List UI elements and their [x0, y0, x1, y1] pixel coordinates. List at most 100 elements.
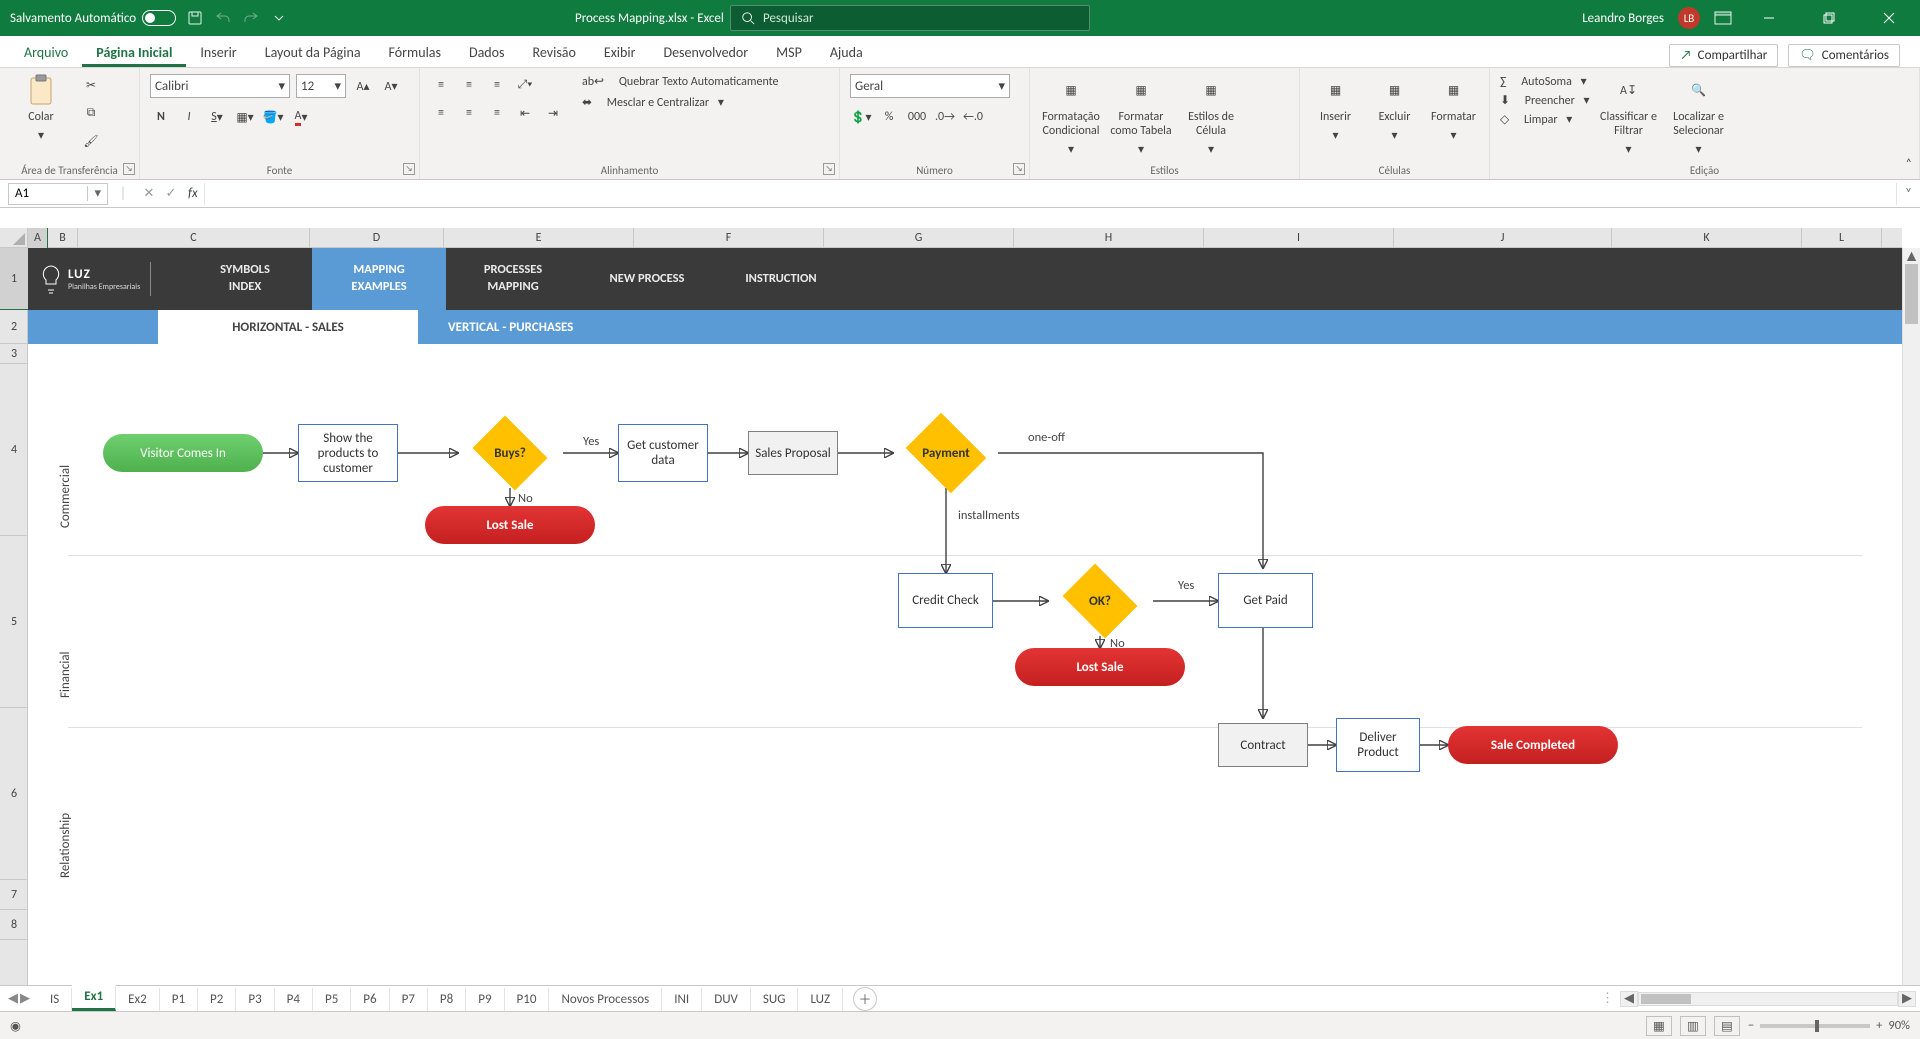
font-name-combo[interactable]: Calibri▾ — [150, 74, 290, 98]
autosave-toggle[interactable]: Salvamento Automático — [10, 10, 176, 26]
node-payment[interactable]: Payment — [888, 418, 1004, 488]
node-buys[interactable]: Buys? — [458, 418, 562, 488]
sheet-tab-p9[interactable]: P9 — [466, 988, 504, 1011]
save-icon[interactable] — [186, 9, 204, 27]
node-get-paid[interactable]: Get Paid — [1218, 573, 1313, 628]
hscroll-thumb[interactable] — [1641, 994, 1691, 1004]
node-visitor-comes-in[interactable]: Visitor Comes In — [103, 434, 263, 472]
scroll-left-icon[interactable]: ◀ — [1620, 991, 1638, 1007]
align-top-icon[interactable]: ≡ — [430, 74, 452, 96]
sheet-tab-novos-processos[interactable]: Novos Processos — [549, 988, 662, 1011]
sheet-tab-p5[interactable]: P5 — [313, 988, 351, 1011]
row-header-5[interactable]: 5 — [0, 536, 28, 708]
decrease-indent-icon[interactable]: ⇤ — [514, 102, 536, 124]
node-ok[interactable]: OK? — [1048, 566, 1152, 636]
view-page-break-icon[interactable]: ▤ — [1714, 1016, 1740, 1036]
share-button[interactable]: ↗Compartilhar — [1669, 44, 1778, 67]
format-as-table-button[interactable]: ▦Formatar como Tabela▾ — [1110, 74, 1172, 157]
font-color-icon[interactable]: A▾ — [290, 106, 312, 128]
select-all-cells[interactable] — [0, 228, 28, 248]
node-lost-sale-1[interactable]: Lost Sale — [425, 506, 595, 544]
font-size-combo[interactable]: 12▾ — [296, 74, 346, 98]
tab-file[interactable]: Arquivo — [10, 38, 82, 67]
node-credit-check[interactable]: Credit Check — [898, 573, 993, 628]
qat-dropdown-icon[interactable] — [270, 9, 288, 27]
node-deliver-product[interactable]: Deliver Product — [1336, 718, 1420, 772]
row-header-4[interactable]: 4 — [0, 364, 28, 536]
user-name[interactable]: Leandro Borges — [1582, 11, 1664, 26]
sheet-canvas[interactable]: LUZ Planilhas Empresariais SYMBOLSINDEX … — [28, 248, 1902, 1005]
tab-view[interactable]: Exibir — [590, 38, 650, 67]
format-cells-button[interactable]: ▦Formatar▾ — [1428, 74, 1479, 143]
node-contract[interactable]: Contract — [1218, 723, 1308, 767]
delete-cells-button[interactable]: ▦Excluir▾ — [1369, 74, 1420, 143]
column-header-F[interactable]: F — [634, 228, 824, 248]
zoom-value[interactable]: 90% — [1888, 1018, 1910, 1033]
node-get-customer-data[interactable]: Get customer data — [618, 424, 708, 482]
decrease-decimal-icon[interactable]: ←.0 — [962, 106, 984, 128]
collapse-ribbon-icon[interactable]: ˄ — [1906, 157, 1912, 171]
autosum-button[interactable]: ∑ AutoSoma ▾ — [1500, 74, 1590, 89]
insert-cells-button[interactable]: ▦Inserir▾ — [1310, 74, 1361, 143]
zoom-in-icon[interactable]: + — [1876, 1018, 1882, 1033]
sheet-tab-p1[interactable]: P1 — [160, 988, 198, 1011]
column-header-H[interactable]: H — [1014, 228, 1204, 248]
node-sales-proposal[interactable]: Sales Proposal — [748, 431, 838, 475]
ribbon-display-icon[interactable] — [1714, 9, 1732, 27]
sheet-tab-duv[interactable]: DUV — [702, 988, 751, 1011]
underline-icon[interactable]: S▾ — [206, 106, 228, 128]
sheet-nav-prev-icon[interactable]: ◀ — [8, 991, 18, 1006]
row-header-6[interactable]: 6 — [0, 708, 28, 880]
sheet-tab-p8[interactable]: P8 — [428, 988, 466, 1011]
cancel-formula-icon[interactable]: ✕ — [138, 186, 160, 201]
percent-icon[interactable]: % — [878, 106, 900, 128]
decrease-font-icon[interactable]: A▾ — [380, 75, 402, 97]
tab-home[interactable]: Página Inicial — [82, 38, 186, 67]
user-avatar[interactable]: LB — [1678, 7, 1700, 29]
vertical-scrollbar[interactable]: ▲ ▼ — [1902, 248, 1920, 1005]
format-painter-icon[interactable]: 🖌 — [80, 130, 102, 152]
fill-button[interactable]: ⬇ Preencher ▾ — [1500, 93, 1590, 108]
bold-icon[interactable]: N — [150, 106, 172, 128]
row-header-8[interactable]: 8 — [0, 910, 28, 940]
nav-new-process[interactable]: NEW PROCESS — [580, 248, 714, 310]
tab-help[interactable]: Ajuda — [816, 38, 877, 67]
column-header-K[interactable]: K — [1612, 228, 1802, 248]
column-header-L[interactable]: L — [1802, 228, 1882, 248]
sheet-tab-p2[interactable]: P2 — [198, 988, 236, 1011]
column-header-C[interactable]: C — [78, 228, 310, 248]
maximize-button[interactable] — [1806, 0, 1852, 36]
increase-decimal-icon[interactable]: .0→ — [934, 106, 956, 128]
scroll-up-icon[interactable]: ▲ — [1903, 248, 1920, 264]
sheet-tab-p4[interactable]: P4 — [275, 988, 313, 1011]
tab-data[interactable]: Dados — [455, 38, 519, 67]
redo-icon[interactable] — [242, 9, 260, 27]
scroll-right-icon[interactable]: ▶ — [1898, 991, 1916, 1007]
increase-indent-icon[interactable]: ⇥ — [542, 102, 564, 124]
column-header-E[interactable]: E — [444, 228, 634, 248]
row-header-3[interactable]: 3 — [0, 344, 28, 364]
align-right-icon[interactable]: ≡ — [486, 102, 508, 124]
zoom-out-icon[interactable]: − — [1748, 1018, 1754, 1033]
accounting-format-icon[interactable]: 💲▾ — [850, 106, 872, 128]
dialog-launcher-icon[interactable]: ↘ — [403, 163, 415, 175]
comma-style-icon[interactable]: 000 — [906, 106, 928, 128]
cut-icon[interactable]: ✂ — [80, 74, 102, 96]
align-center-icon[interactable]: ≡ — [458, 102, 480, 124]
find-select-button[interactable]: 🔍Localizar e Selecionar▾ — [1668, 74, 1730, 157]
increase-font-icon[interactable]: A▴ — [352, 75, 374, 97]
sheet-tab-luz[interactable]: LUZ — [798, 988, 843, 1011]
sheet-tab-ex1[interactable]: Ex1 — [72, 985, 116, 1011]
sheet-tab-p6[interactable]: P6 — [351, 988, 389, 1011]
column-headers[interactable]: ABCDEFGHIJKL — [28, 228, 1902, 248]
align-bottom-icon[interactable]: ≡ — [486, 74, 508, 96]
borders-icon[interactable]: ▦▾ — [234, 106, 256, 128]
tab-msp[interactable]: MSP — [762, 38, 816, 67]
horizontal-scrollbar[interactable]: ⋮ ◀ ▶ — [1595, 991, 1920, 1007]
search-box[interactable]: Pesquisar — [730, 5, 1090, 31]
enter-formula-icon[interactable]: ✓ — [160, 186, 182, 201]
sheet-tab-ex2[interactable]: Ex2 — [116, 988, 160, 1011]
minimize-button[interactable] — [1746, 0, 1792, 36]
view-page-layout-icon[interactable]: ▥ — [1680, 1016, 1706, 1036]
nav-instruction[interactable]: INSTRUCTION — [714, 248, 848, 310]
